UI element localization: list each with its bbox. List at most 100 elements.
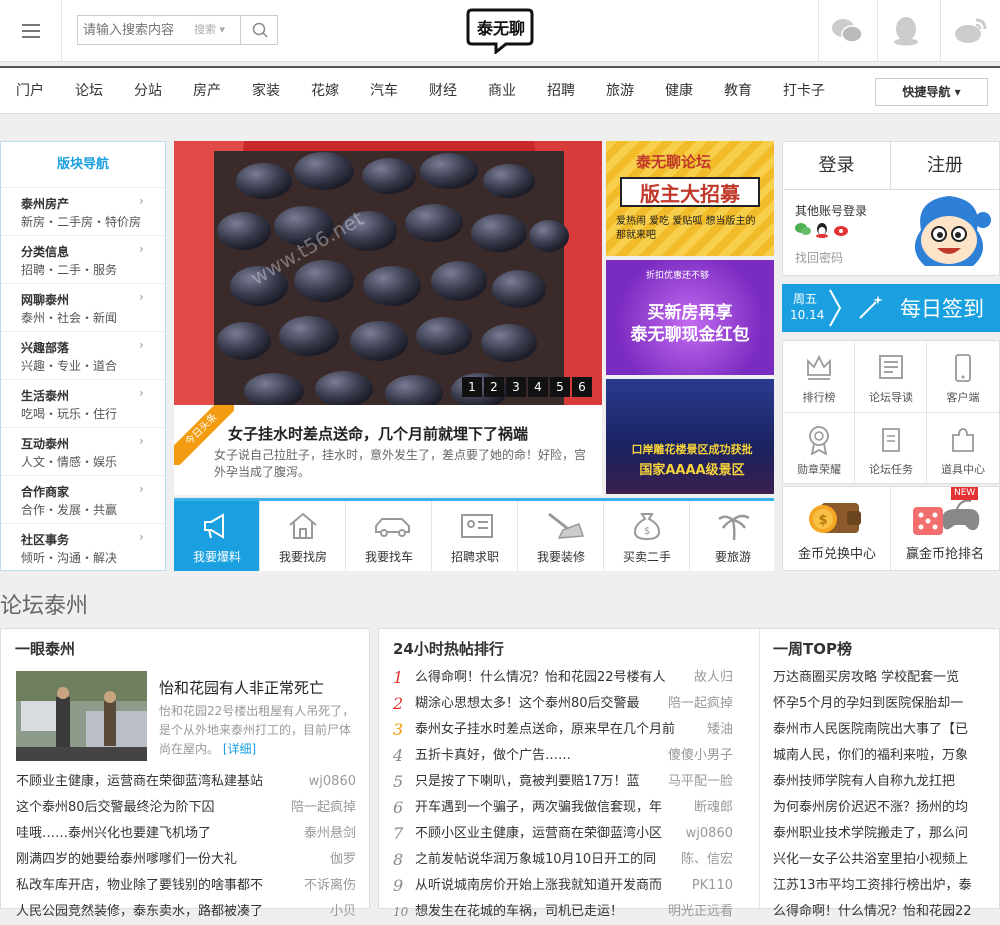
hero-slide-image[interactable]: www.t56.net — [174, 141, 602, 405]
list-item[interactable]: 人民公园竞然装修，泰东卖水，路都被凑了 小贝 — [16, 899, 356, 925]
post-title[interactable]: 不顾业主健康，运营商在荣御蓝湾私建基站 — [16, 769, 286, 795]
nav-item[interactable]: 教育 — [724, 68, 752, 114]
site-logo[interactable]: 泰无聊 — [466, 6, 534, 54]
list-item[interactable]: 泰州市人民医院南院出大事了【已 — [773, 717, 989, 743]
nav-item[interactable]: 商业 — [488, 68, 516, 114]
nav-item[interactable]: 花嫁 — [311, 68, 339, 114]
post-author[interactable]: PK110 — [692, 873, 733, 899]
post-title[interactable]: 么得命啊！什么情况？怡和花园22号楼有人 — [415, 665, 665, 691]
wechat-icon[interactable] — [818, 0, 875, 62]
service-decor[interactable]: 我要装修 — [518, 501, 604, 571]
weibo-icon[interactable] — [833, 222, 851, 236]
list-item[interactable]: 万达商圈买房攻略 学校配套一览 — [773, 665, 989, 691]
list-item[interactable]: 10 想发生在花城的车祸，司机已走运！ 明光正远看 — [393, 899, 733, 925]
weibo-icon[interactable] — [940, 0, 1000, 62]
nav-item[interactable]: 旅游 — [606, 68, 634, 114]
more-link[interactable]: [详细] — [223, 742, 256, 756]
post-title[interactable]: 万达商圈买房攻略 学校配套一览 — [773, 665, 989, 691]
list-item[interactable]: 私改车库开店，物业除了要钱别的啥事都不 不诉离伤 — [16, 873, 356, 899]
list-item[interactable]: 2 糊涂心思想太多！这个泰州80后交警最 陪一起疯掉 — [393, 691, 733, 717]
post-title[interactable]: 这个泰州80后交警最终沦为阶下囚 — [16, 795, 286, 821]
post-author[interactable]: wj0860 — [686, 821, 733, 847]
post-author[interactable]: 陈、信宏 — [681, 847, 733, 873]
post-title[interactable]: 人民公园竞然装修，泰东卖水，路都被凑了 — [16, 899, 288, 925]
tool-client[interactable]: 客户端 — [927, 341, 999, 413]
post-author[interactable]: wj0860 — [309, 769, 356, 795]
post-title[interactable]: 刚满四岁的她要给泰州嗲嗲们一份大礼 — [16, 847, 286, 873]
list-item[interactable]: 6 开车遇到一个骗子，两次骗我做信套现，年 断魂郎 — [393, 795, 733, 821]
nav-item[interactable]: 分站 — [134, 68, 162, 114]
service-travel[interactable]: 要旅游 — [690, 501, 776, 571]
ad-banner-moderator[interactable]: 泰无聊论坛 版主大招募 爱热闹 爱吃 爱贴呱 想当版主的 那就来吧 — [606, 141, 774, 256]
post-title[interactable]: 糊涂心思想太多！这个泰州80后交警最 — [415, 691, 655, 717]
list-item[interactable]: 7 不顾小区业主健康，运营商在荣御蓝湾小区 wj0860 — [393, 821, 733, 847]
service-car[interactable]: 我要找车 — [346, 501, 432, 571]
post-title[interactable]: 城南人民，你们的福利来啦，万象 — [773, 743, 989, 769]
list-item[interactable]: 怀孕5个月的孕妇到医院保胎却一 — [773, 691, 989, 717]
post-title[interactable]: 开车遇到一个骗子，两次骗我做信套现，年 — [415, 795, 677, 821]
tool-guide[interactable]: 论坛导读 — [855, 341, 927, 413]
service-report[interactable]: 我要爆料 — [174, 501, 260, 571]
nav-item[interactable]: 论坛 — [75, 68, 103, 114]
sidebar-item[interactable]: 合作商家 合作・发展・共赢 › — [1, 475, 165, 523]
login-button[interactable]: 登录 — [783, 142, 891, 190]
nav-item[interactable]: 健康 — [665, 68, 693, 114]
sidebar-item[interactable]: 社区事务 倾听・沟通・解决 › — [1, 523, 165, 571]
wechat-icon[interactable] — [795, 222, 811, 236]
slide-page[interactable]: 5 — [550, 377, 570, 397]
sidebar-item[interactable]: 生活泰州 吃喝・玩乐・住行 › — [1, 379, 165, 427]
coin-exchange[interactable]: $ 金币兑换中心 — [783, 487, 891, 570]
search-type-select[interactable]: 搜索 ▾ — [194, 16, 238, 44]
post-author[interactable]: 不诉离伤 — [304, 873, 356, 899]
post-title[interactable]: 泰州女子挂水时差点送命，原来早在几个月前 — [415, 717, 685, 743]
list-item[interactable]: 9 从听说城南房价开始上涨我就知道开发商而 PK110 — [393, 873, 733, 899]
ad-banner-house[interactable]: 折扣优惠还不够 买新房再享 泰无聊现金红包 — [606, 260, 774, 375]
post-author[interactable]: 故人归 — [694, 665, 733, 691]
post-title[interactable]: 想发生在花城的车祸，司机已走运！ — [415, 899, 665, 925]
post-title[interactable]: 泰州职业技术学院搬走了，那么问 — [773, 821, 989, 847]
post-author[interactable]: 明光正远看 — [668, 899, 733, 925]
tool-props[interactable]: 道具中心 — [927, 413, 999, 485]
daily-signin-button[interactable]: 周五 10.14 每日签到 — [782, 284, 1000, 332]
forgot-password-link[interactable]: 找回密码 — [795, 249, 843, 266]
sidebar-item[interactable]: 网聊泰州 泰州・社会・新闻 › — [1, 283, 165, 331]
list-item[interactable]: 哇哦……泰州兴化也要建飞机场了 泰州悬剑 — [16, 821, 356, 847]
nav-item[interactable]: 财经 — [429, 68, 457, 114]
list-item[interactable]: 4 五折卡真好，做个广告…… 傻傻小男子 — [393, 743, 733, 769]
list-item[interactable]: 泰州职业技术学院搬走了，那么问 — [773, 821, 989, 847]
tool-tasks[interactable]: 论坛任务 — [855, 413, 927, 485]
sidebar-item[interactable]: 分类信息 招聘・二手・服务 › — [1, 235, 165, 283]
list-item[interactable]: 3 泰州女子挂水时差点送命，原来早在几个月前 矮油 — [393, 717, 733, 743]
post-author[interactable]: 泰州悬剑 — [304, 821, 356, 847]
nav-item[interactable]: 打卡子 — [783, 68, 825, 114]
service-jobs[interactable]: 招聘求职 — [432, 501, 518, 571]
slide-page[interactable]: 1 — [462, 377, 482, 397]
post-title[interactable]: 兴化一女子公共浴室里拍小视频上 — [773, 847, 989, 873]
list-item[interactable]: 为何泰州房价迟迟不涨？扬州的均 — [773, 795, 989, 821]
quick-nav-button[interactable]: 快捷导航 ▾ — [875, 78, 988, 106]
search-input[interactable] — [78, 16, 198, 44]
post-title[interactable]: 只是按了下喇叭，竟被判要赔17万！蓝 — [415, 769, 663, 795]
list-item[interactable]: 泰州技师学院有人自称九龙扛把 — [773, 769, 989, 795]
nav-item[interactable]: 房产 — [193, 68, 221, 114]
tool-ranking[interactable]: 排行榜 — [783, 341, 855, 413]
post-title[interactable]: 么得命啊！什么情况？怡和花园22 — [773, 899, 989, 925]
post-author[interactable]: 傻傻小男子 — [668, 743, 733, 769]
list-item[interactable]: 江苏13市平均工资排行榜出炉，泰 — [773, 873, 989, 899]
list-item[interactable]: 么得命啊！什么情况？怡和花园22 — [773, 899, 989, 925]
post-title[interactable]: 江苏13市平均工资排行榜出炉，泰 — [773, 873, 989, 899]
feature-thumbnail[interactable] — [16, 671, 147, 761]
sidebar-item[interactable]: 兴趣部落 兴趣・专业・道合 › — [1, 331, 165, 379]
service-secondhand[interactable]: $ 买卖二手 — [604, 501, 690, 571]
post-author[interactable]: 陪一起疯掉 — [668, 691, 733, 717]
headline-card[interactable]: 今日头条 女子挂水时差点送命，几个月前就埋下了祸端 女子说自己拉肚子，挂水时，意… — [174, 405, 602, 495]
post-author[interactable]: 小贝 — [330, 899, 356, 925]
post-author[interactable]: 矮油 — [707, 717, 733, 743]
post-title[interactable]: 为何泰州房价迟迟不涨？扬州的均 — [773, 795, 989, 821]
ad-banner-scenic[interactable]: 口岸雕花楼景区成功获批 国家AAAA级景区 — [606, 379, 774, 494]
tool-medals[interactable]: 勋章荣耀 — [783, 413, 855, 485]
coin-ranking[interactable]: NEW 赢金币抢排名 — [891, 487, 999, 570]
feature-title[interactable]: 怡和花园有人非正常死亡 — [159, 677, 324, 698]
sidebar-item[interactable]: 泰州房产 新房・二手房・特价房 › — [1, 187, 165, 235]
post-author[interactable]: 伽罗 — [330, 847, 356, 873]
